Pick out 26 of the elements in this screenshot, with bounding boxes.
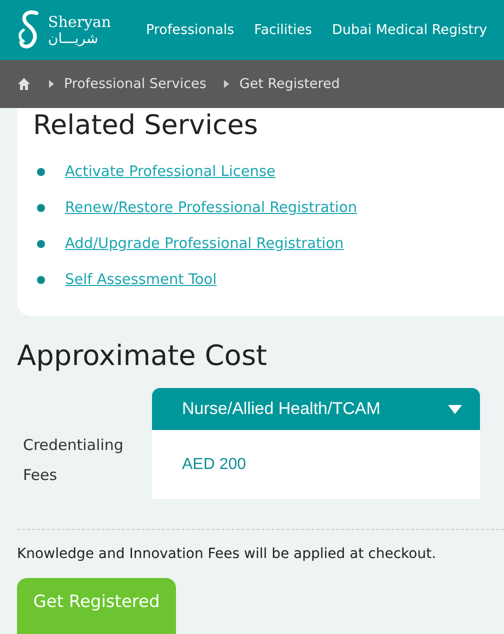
bullet-icon	[37, 276, 45, 284]
service-link[interactable]: Add/Upgrade Professional Registration	[65, 236, 344, 252]
service-link[interactable]: Self Assessment Tool	[65, 272, 217, 288]
section-heading: Approximate Cost	[17, 338, 268, 374]
bullet-icon	[37, 168, 45, 176]
get-registered-button[interactable]: Get Registered	[17, 578, 176, 634]
caret-icon	[448, 404, 462, 414]
home-icon[interactable]	[17, 77, 31, 91]
breadcrumb-link[interactable]: Get Registered	[239, 76, 340, 92]
service-link[interactable]: Renew/Restore Professional Registration	[65, 200, 358, 216]
logo-wordmark: Sheryan	[48, 14, 112, 30]
checkout-note: Knowledge and Innovation Fees will be applied at checkout.	[17, 546, 438, 562]
chevron-icon	[224, 80, 230, 88]
nav-link[interactable]: Facilities	[254, 22, 312, 38]
bullet-icon	[37, 204, 45, 212]
bullet-icon	[37, 240, 45, 248]
breadcrumb-link[interactable]: Professional Services	[64, 76, 206, 92]
nav-link[interactable]: Professionals	[146, 22, 234, 38]
service-link[interactable]: Activate Professional License	[65, 164, 276, 180]
fee-amount: AED 200	[182, 456, 246, 474]
nav-link[interactable]: Dubai Medical Registry	[332, 22, 488, 38]
logo-arabic-wordmark: شريـــان	[48, 32, 100, 46]
fee-label: Credentialing Fees	[22, 435, 124, 486]
chevron-icon	[49, 80, 54, 88]
category-dropdown[interactable]: Nurse/Allied Health/TCAM	[152, 388, 480, 430]
section-heading: Related Services	[33, 109, 259, 143]
